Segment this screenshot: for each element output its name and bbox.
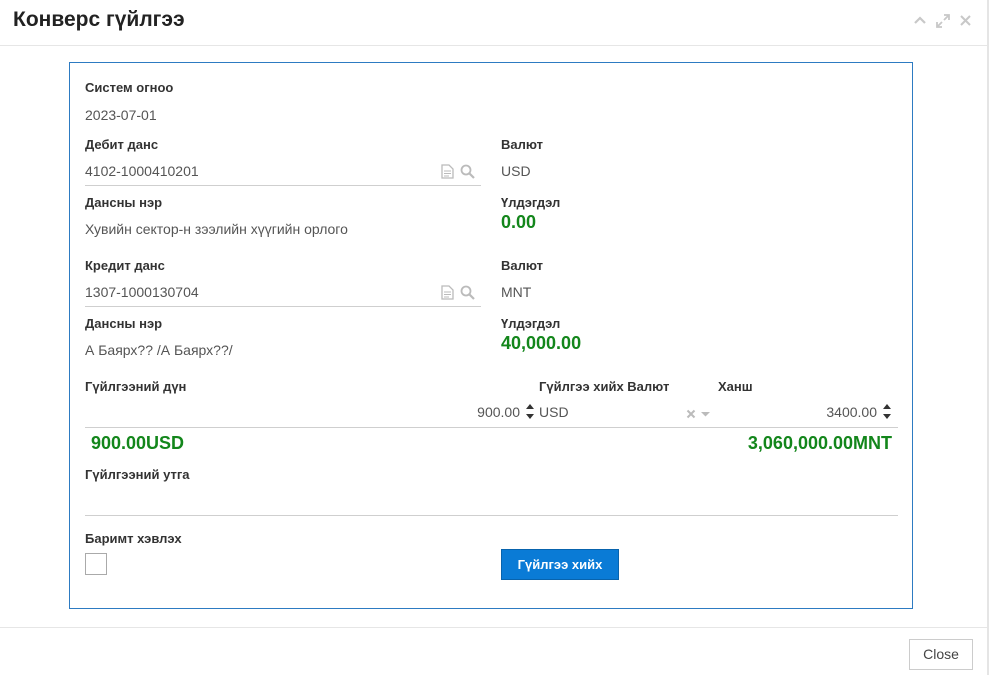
clear-icon[interactable] bbox=[686, 406, 696, 424]
credit-name-value: А Баярх?? /А Баярх??/ bbox=[85, 342, 233, 358]
debit-name-value: Хувийн сектор-н зээлийн хүүгийн орлого bbox=[85, 221, 348, 237]
header-controls bbox=[913, 12, 973, 30]
rate-stepper[interactable] bbox=[882, 403, 892, 421]
summary-right-amount: 3,060,000.00MNT bbox=[747, 433, 892, 453]
debit-account-label: Дебит данс bbox=[85, 137, 159, 152]
stepper-down-icon[interactable] bbox=[883, 414, 891, 419]
credit-balance-label: Үлдэгдэл bbox=[501, 316, 561, 331]
amount-label: Гүйлгээний дүн bbox=[85, 379, 187, 394]
print-receipt-label: Баримт хэвлэх bbox=[85, 531, 182, 546]
debit-currency-label: Валют bbox=[501, 137, 544, 152]
credit-name-label: Дансны нэр bbox=[85, 316, 163, 331]
stepper-down-icon[interactable] bbox=[526, 414, 534, 419]
summary-left-amount: 900.00USD bbox=[91, 433, 185, 453]
credit-currency-label: Валют bbox=[501, 258, 544, 273]
amount-input[interactable]: 900.00 bbox=[370, 404, 520, 420]
conversion-form-panel: Систем огноо 2023-07-01 Дебит данс 4102-… bbox=[69, 62, 913, 609]
debit-account-actions bbox=[441, 164, 475, 184]
amount-row-underline bbox=[85, 427, 898, 428]
credit-balance-value: 40,000.00 bbox=[501, 333, 582, 353]
dialog-title: Конверс гүйлгээ bbox=[13, 8, 185, 31]
txn-currency-label: Гүйлгээ хийх Валют bbox=[539, 379, 670, 394]
expand-icon[interactable] bbox=[936, 12, 950, 30]
purpose-label: Гүйлгээний утга bbox=[85, 467, 190, 482]
rate-input[interactable]: 3400.00 bbox=[720, 404, 877, 420]
submit-transaction-button[interactable]: Гүйлгээ хийх bbox=[501, 549, 619, 580]
credit-account-underline bbox=[85, 306, 481, 307]
print-receipt-checkbox[interactable] bbox=[85, 553, 107, 575]
credit-account-input[interactable]: 1307-1000130704 bbox=[85, 284, 425, 300]
debit-account-underline bbox=[85, 185, 481, 186]
rate-label: Ханш bbox=[718, 379, 753, 394]
debit-balance-label: Үлдэгдэл bbox=[501, 195, 561, 210]
caret-down-icon[interactable] bbox=[700, 406, 711, 424]
txn-currency-select[interactable]: USD bbox=[539, 404, 679, 420]
txn-currency-select-controls bbox=[686, 406, 711, 424]
stepper-up-icon[interactable] bbox=[883, 404, 891, 409]
purpose-input[interactable] bbox=[85, 491, 898, 515]
debit-balance-value: 0.00 bbox=[501, 212, 537, 232]
chevron-up-icon[interactable] bbox=[913, 12, 927, 30]
document-icon[interactable] bbox=[441, 164, 454, 184]
debit-currency-value: USD bbox=[501, 163, 531, 179]
close-icon[interactable] bbox=[959, 12, 973, 30]
dialog-footer-divider bbox=[0, 627, 987, 628]
system-date-value: 2023-07-01 bbox=[85, 107, 157, 123]
debit-name-label: Дансны нэр bbox=[85, 195, 163, 210]
dialog-header: Конверс гүйлгээ bbox=[0, 0, 987, 46]
system-date-label: Систем огноо bbox=[85, 80, 174, 95]
stepper-up-icon[interactable] bbox=[526, 404, 534, 409]
conversion-dialog: Конверс гүйлгээ Систем огноо 2023-07-01 … bbox=[0, 0, 989, 675]
debit-account-input[interactable]: 4102-1000410201 bbox=[85, 163, 425, 179]
amount-stepper[interactable] bbox=[525, 403, 535, 421]
document-icon[interactable] bbox=[441, 285, 454, 305]
close-button[interactable]: Close bbox=[909, 639, 973, 670]
credit-account-label: Кредит данс bbox=[85, 258, 165, 273]
credit-currency-value: MNT bbox=[501, 284, 532, 300]
credit-account-actions bbox=[441, 285, 475, 305]
search-icon[interactable] bbox=[460, 285, 475, 305]
search-icon[interactable] bbox=[460, 164, 475, 184]
purpose-underline bbox=[85, 515, 898, 516]
